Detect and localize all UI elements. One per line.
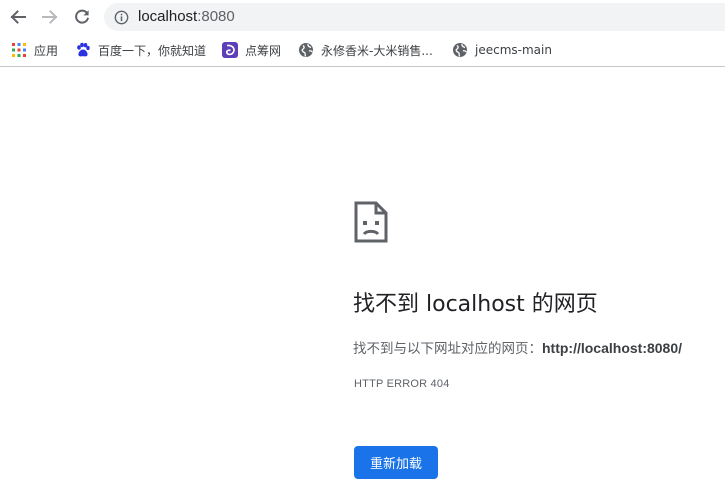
url-host: localhost xyxy=(138,8,198,25)
bookmark-label: 永修香米-大米销售... xyxy=(321,43,433,58)
bookmark-label: jeecms-main xyxy=(475,43,552,57)
reload-icon xyxy=(75,9,89,24)
arrow-left-icon xyxy=(10,10,26,24)
bookmark-apps[interactable]: 应用 xyxy=(11,41,58,59)
error-code: HTTP ERROR 404 xyxy=(354,378,450,390)
arrow-right-icon xyxy=(42,10,58,24)
error-title: 找不到 localhost 的网页 xyxy=(353,292,598,317)
dianchou-logo-icon xyxy=(222,42,238,58)
info-circle-icon[interactable] xyxy=(114,10,129,25)
back-button[interactable] xyxy=(5,5,31,29)
error-description: 找不到与以下网址对应的网页：http://localhost:8080/ xyxy=(353,338,682,359)
bookmark-dianchou[interactable]: 点筹网 xyxy=(222,41,281,59)
apps-grid-icon xyxy=(12,43,26,57)
bookmark-baidu[interactable]: 百度一下，你就知道 xyxy=(75,41,206,59)
baidu-paw-icon xyxy=(77,42,90,57)
url-text[interactable]: localhost:8080 xyxy=(138,7,235,27)
bookmarks-bar: 应用 百度一下，你就知道 点筹网 永修香米-大米销售... jeecms-mai… xyxy=(0,34,725,67)
globe-icon xyxy=(299,43,313,57)
reload-page-button[interactable]: 重新加载 xyxy=(354,446,438,479)
forward-button[interactable] xyxy=(37,5,63,29)
sad-page-icon xyxy=(354,201,388,243)
bookmark-label: 应用 xyxy=(34,43,59,58)
browser-toolbar: localhost:8080 xyxy=(0,0,725,34)
reload-button[interactable] xyxy=(69,5,95,29)
error-description-prefix: 找不到与以下网址对应的网页： xyxy=(353,341,542,357)
address-bar[interactable]: localhost:8080 xyxy=(104,3,725,31)
bookmark-jeecms[interactable]: jeecms-main xyxy=(452,41,552,59)
error-url: http://localhost:8080/ xyxy=(542,340,683,356)
bookmark-label: 百度一下，你就知道 xyxy=(98,43,207,58)
bookmark-label: 点筹网 xyxy=(245,43,282,58)
globe-icon xyxy=(453,43,467,57)
bookmark-yongxiu[interactable]: 永修香米-大米销售... xyxy=(298,41,433,59)
url-port: :8080 xyxy=(197,8,235,25)
